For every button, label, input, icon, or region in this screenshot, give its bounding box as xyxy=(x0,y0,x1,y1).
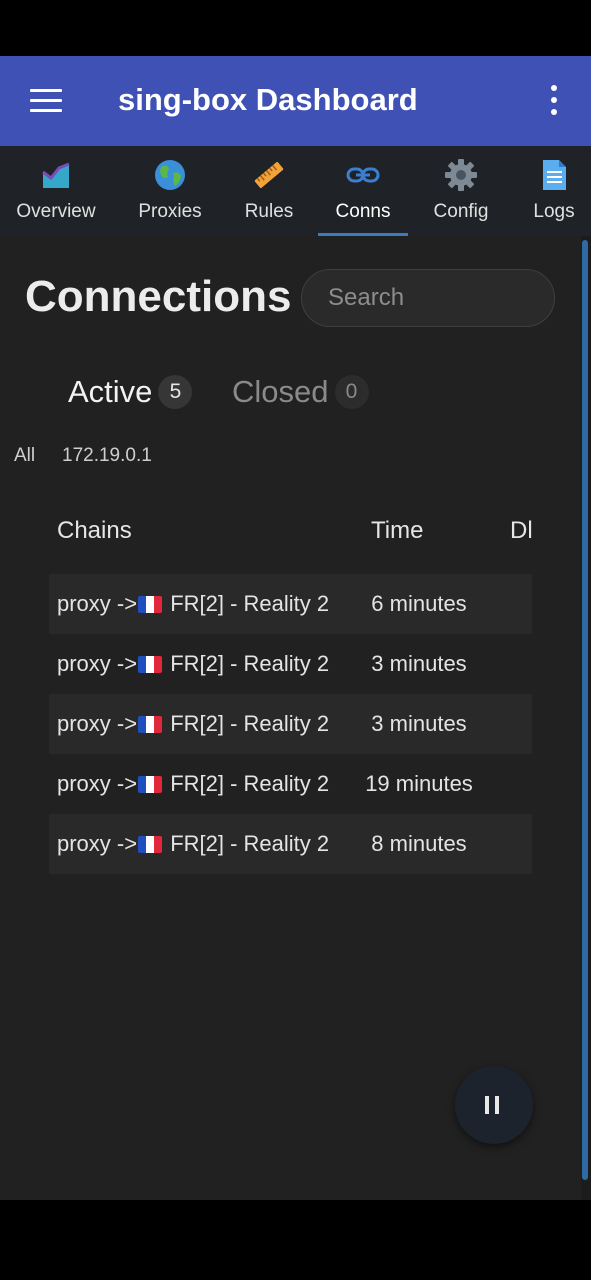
tab-label: Overview xyxy=(16,201,96,222)
tab-label: Conns xyxy=(335,201,391,222)
hamburger-menu-icon[interactable] xyxy=(30,89,62,113)
time-cell: 19 minutes xyxy=(365,771,473,796)
table-row[interactable]: proxy -> FR[2] - Reality 2 3 minutes xyxy=(49,634,532,694)
app-title: sing-box Dashboard xyxy=(118,82,418,117)
france-flag-icon xyxy=(138,596,163,613)
time-cell: 6 minutes xyxy=(371,591,467,616)
time-cell: 8 minutes xyxy=(371,831,467,856)
pause-button[interactable] xyxy=(455,1066,533,1144)
count-badge: 0 xyxy=(334,375,369,409)
tab-label: Logs xyxy=(533,201,575,222)
source-filter-ip[interactable]: 172.19.0.1 xyxy=(62,445,152,467)
chart-area-icon xyxy=(42,162,70,188)
tab-logs[interactable]: Logs xyxy=(527,146,581,236)
nav-tab-bar: Overview Proxies Rules Conns Config Logs xyxy=(0,146,591,236)
france-flag-icon xyxy=(138,716,163,733)
document-icon xyxy=(543,160,566,190)
more-options-icon[interactable] xyxy=(546,85,562,117)
tab-label: Rules xyxy=(244,201,294,222)
chain-prefix: proxy -> xyxy=(57,651,138,676)
chain-suffix: FR[2] - Reality 2 xyxy=(164,831,330,856)
chain-suffix: FR[2] - Reality 2 xyxy=(164,591,330,616)
table-row[interactable]: proxy -> FR[2] - Reality 2 3 minutes xyxy=(49,694,532,754)
chain-suffix: FR[2] - Reality 2 xyxy=(164,711,330,736)
table-row[interactable]: proxy -> FR[2] - Reality 2 6 minutes xyxy=(49,574,532,634)
france-flag-icon xyxy=(138,836,163,853)
filter-tab-closed[interactable]: Closed 0 xyxy=(232,370,369,414)
search-input[interactable] xyxy=(301,269,555,327)
time-cell: 3 minutes xyxy=(371,651,467,676)
chain-prefix: proxy -> xyxy=(57,831,138,856)
link-icon xyxy=(346,167,380,183)
system-navigation-bar xyxy=(0,1200,591,1280)
france-flag-icon xyxy=(138,776,163,793)
tab-rules[interactable]: Rules xyxy=(229,146,309,236)
tab-conns[interactable]: Conns xyxy=(318,146,408,236)
chain-cell: proxy -> FR[2] - Reality 2 xyxy=(57,754,329,814)
source-filter-all[interactable]: All xyxy=(14,445,35,467)
chain-prefix: proxy -> xyxy=(57,771,138,796)
tab-overview[interactable]: Overview xyxy=(6,146,106,236)
column-header-time[interactable]: Time xyxy=(371,517,423,545)
table-row[interactable]: proxy -> FR[2] - Reality 2 19 minutes xyxy=(49,754,532,814)
status-bar xyxy=(0,0,591,56)
count-badge: 5 xyxy=(158,375,193,409)
chain-cell: proxy -> FR[2] - Reality 2 xyxy=(57,574,329,634)
filter-tab-label: Closed xyxy=(232,374,329,409)
page-title: Connections xyxy=(25,272,292,321)
connections-table: proxy -> FR[2] - Reality 2 6 minutes pro… xyxy=(49,574,532,874)
france-flag-icon xyxy=(138,656,163,673)
gear-icon xyxy=(445,159,477,191)
tab-label: Config xyxy=(433,201,489,222)
connections-page: Connections Active5 Closed0 All 172.19.0… xyxy=(0,236,591,1200)
app-bar: sing-box Dashboard xyxy=(0,56,591,146)
tab-label: Proxies xyxy=(138,201,202,222)
pause-icon xyxy=(485,1096,489,1114)
time-cell: 3 minutes xyxy=(371,711,467,736)
chain-suffix: FR[2] - Reality 2 xyxy=(164,771,330,796)
chain-prefix: proxy -> xyxy=(57,711,138,736)
chain-cell: proxy -> FR[2] - Reality 2 xyxy=(57,814,329,874)
chain-suffix: FR[2] - Reality 2 xyxy=(164,651,330,676)
chain-cell: proxy -> FR[2] - Reality 2 xyxy=(57,694,329,754)
column-header-download[interactable]: Dl xyxy=(510,517,532,545)
chain-prefix: proxy -> xyxy=(57,591,138,616)
scrollbar-thumb[interactable] xyxy=(582,240,588,1180)
chain-cell: proxy -> FR[2] - Reality 2 xyxy=(57,634,329,694)
tab-config[interactable]: Config xyxy=(420,146,502,236)
globe-icon xyxy=(155,160,185,190)
filter-tab-active[interactable]: Active 5 xyxy=(68,370,193,414)
filter-tab-label: Active xyxy=(68,374,153,409)
column-header-chains[interactable]: Chains xyxy=(57,517,132,545)
table-row[interactable]: proxy -> FR[2] - Reality 2 8 minutes xyxy=(49,814,532,874)
tab-proxies[interactable]: Proxies xyxy=(125,146,215,236)
ruler-icon xyxy=(254,161,284,189)
